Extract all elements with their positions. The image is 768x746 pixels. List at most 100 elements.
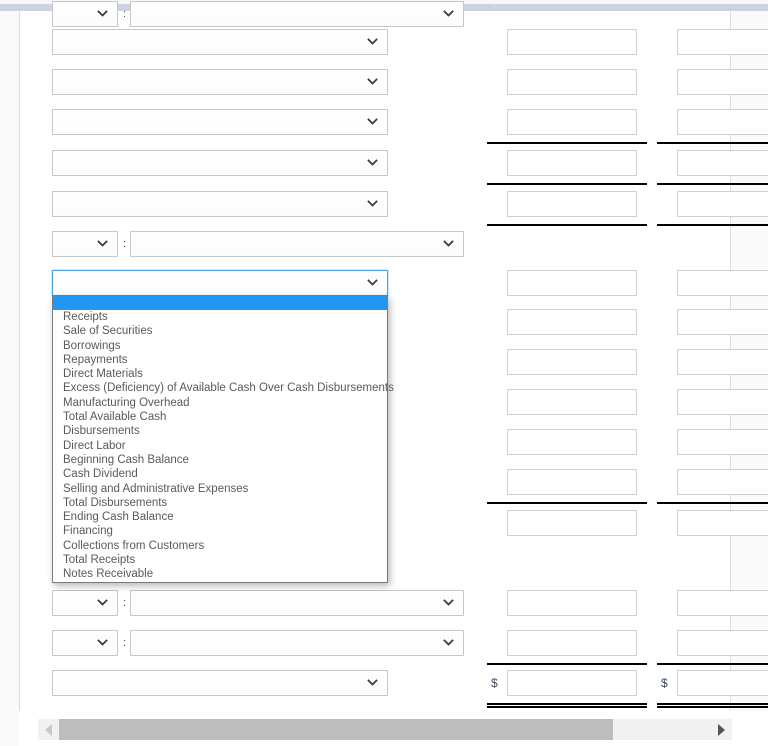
row-7-label-select[interactable] — [52, 270, 388, 296]
chevron-down-icon — [97, 238, 108, 249]
dropdown-option[interactable]: Collections from Customers — [53, 539, 387, 553]
row-5-amount-1-input[interactable] — [507, 191, 637, 217]
dropdown-option[interactable]: Total Receipts — [53, 553, 387, 567]
row-2-amount-1-input[interactable] — [507, 69, 637, 95]
row-8-amount-1-input[interactable] — [507, 309, 637, 335]
dropdown-option-list: Receipts Sale of Securities Borrowings Repa… — [53, 296, 394, 582]
row-16-amount-2-currency-symbol: $ — [661, 676, 668, 690]
row-3-amount-1-input[interactable] — [507, 109, 637, 135]
row-5-amount-2-subtotal-rule — [657, 224, 768, 226]
row-5-amount-2-input[interactable] — [677, 191, 768, 217]
dropdown-option[interactable]: Disbursements — [53, 424, 387, 438]
row-6-separator: : — [123, 238, 127, 250]
row-16-amount-1-input[interactable] — [507, 670, 637, 696]
dropdown-option[interactable]: Total Disbursements — [53, 496, 387, 510]
dropdown-option[interactable]: Manufacturing Overhead — [53, 396, 387, 410]
row-14-qualifier-select[interactable] — [52, 590, 118, 616]
row-4-label-select[interactable] — [52, 150, 388, 176]
dropdown-option[interactable]: Repayments — [53, 353, 387, 367]
chevron-down-icon — [443, 637, 454, 648]
dropdown-option[interactable]: Selling and Administrative Expenses — [53, 482, 387, 496]
chevron-down-icon — [367, 116, 378, 127]
row-6-label-select[interactable] — [130, 231, 464, 257]
dropdown-option[interactable] — [53, 296, 387, 310]
horizontal-scrollbar-thumb[interactable] — [59, 719, 613, 740]
chevron-down-icon — [97, 637, 108, 648]
row-12-amount-2-input[interactable] — [677, 469, 768, 495]
row-15-amount-2-subtotal-rule — [657, 663, 768, 665]
row-4-amount-1-subtotal-rule — [487, 183, 647, 185]
row-2-amount-2-input[interactable] — [677, 69, 768, 95]
row-15-qualifier-select[interactable] — [52, 630, 118, 656]
chevron-down-icon — [443, 238, 454, 249]
row-12-amount-1-input[interactable] — [507, 469, 637, 495]
chevron-down-icon — [367, 36, 378, 47]
chevron-down-icon — [443, 597, 454, 608]
dropdown-option[interactable]: Notes Receivable — [53, 567, 387, 581]
row-10-amount-2-input[interactable] — [677, 389, 768, 415]
dropdown-option[interactable]: Direct Labor — [53, 439, 387, 453]
dropdown-option[interactable]: Borrowings — [53, 339, 387, 353]
row-15-amount-2-input[interactable] — [677, 630, 768, 656]
row-13-amount-2-input[interactable] — [677, 510, 768, 536]
row-15-amount-1-input[interactable] — [507, 630, 637, 656]
row-0-separator: : — [123, 8, 127, 20]
chevron-down-icon — [97, 597, 108, 608]
dropdown-option[interactable]: Excess (Deficiency) of Available Cash Ov… — [53, 381, 394, 395]
row-7-amount-1-input[interactable] — [507, 270, 637, 296]
row-16-amount-2-total-rule — [657, 703, 768, 708]
row-1-amount-1-input[interactable] — [507, 29, 637, 55]
row-13-amount-1-input[interactable] — [507, 510, 637, 536]
row-4-amount-2-subtotal-rule — [657, 183, 768, 185]
row-16-label-select[interactable] — [52, 670, 388, 696]
row-0-label-select[interactable] — [130, 1, 464, 27]
dropdown-option[interactable]: Financing — [53, 524, 387, 538]
dropdown-option[interactable]: Sale of Securities — [53, 324, 387, 338]
row-5-label-select[interactable] — [52, 191, 388, 217]
row-16-amount-2-input[interactable] — [677, 670, 768, 696]
row-4-amount-2-input[interactable] — [677, 150, 768, 176]
dropdown-option[interactable]: Total Available Cash — [53, 410, 387, 424]
chevron-down-icon — [367, 677, 378, 688]
row-7-amount-2-input[interactable] — [677, 270, 768, 296]
dropdown-option[interactable]: Beginning Cash Balance — [53, 453, 387, 467]
row-2-label-select[interactable] — [52, 69, 388, 95]
account-category-dropdown[interactable]: Receipts Sale of Securities Borrowings Repa… — [52, 295, 394, 583]
row-11-amount-1-input[interactable] — [507, 429, 637, 455]
row-0-qualifier-select[interactable] — [52, 1, 118, 27]
row-3-amount-2-subtotal-rule — [657, 142, 768, 144]
row-3-amount-2-input[interactable] — [677, 109, 768, 135]
row-14-amount-2-input[interactable] — [677, 590, 768, 616]
row-14-separator: : — [123, 597, 127, 609]
row-8-amount-2-input[interactable] — [677, 309, 768, 335]
row-1-amount-2-input[interactable] — [677, 29, 768, 55]
row-9-amount-1-input[interactable] — [507, 349, 637, 375]
row-3-label-select[interactable] — [52, 109, 388, 135]
row-14-amount-1-input[interactable] — [507, 590, 637, 616]
row-16-amount-1-total-rule — [487, 703, 647, 708]
dropdown-option[interactable]: Cash Dividend — [53, 467, 387, 481]
row-15-separator: : — [123, 637, 127, 649]
chevron-down-icon — [443, 8, 454, 19]
row-1-label-select[interactable] — [52, 29, 388, 55]
row-14-label-select[interactable] — [130, 590, 464, 616]
chevron-down-icon — [97, 8, 108, 19]
scroll-right-arrow-icon[interactable] — [711, 719, 732, 740]
worksheet-panel: :::: $ $ Receipts Sale of Securities … — [19, 1, 768, 711]
scroll-left-arrow-icon[interactable] — [38, 719, 59, 740]
worksheet-screen: :::: $ $ Receipts Sale of Securities … — [0, 0, 768, 746]
horizontal-scrollbar[interactable] — [38, 719, 732, 740]
row-15-label-select[interactable] — [130, 630, 464, 656]
row-9-amount-2-input[interactable] — [677, 349, 768, 375]
row-4-amount-1-input[interactable] — [507, 150, 637, 176]
row-11-amount-2-input[interactable] — [677, 429, 768, 455]
row-10-amount-1-input[interactable] — [507, 389, 637, 415]
chevron-down-icon — [367, 198, 378, 209]
dropdown-option[interactable]: Ending Cash Balance — [53, 510, 387, 524]
chevron-down-icon — [367, 277, 378, 288]
row-12-amount-1-subtotal-rule — [487, 502, 647, 504]
dropdown-option[interactable]: Receipts — [53, 310, 387, 324]
dropdown-option[interactable]: Direct Materials — [53, 367, 387, 381]
row-6-qualifier-select[interactable] — [52, 231, 118, 257]
panel-left-gutter — [0, 11, 19, 746]
